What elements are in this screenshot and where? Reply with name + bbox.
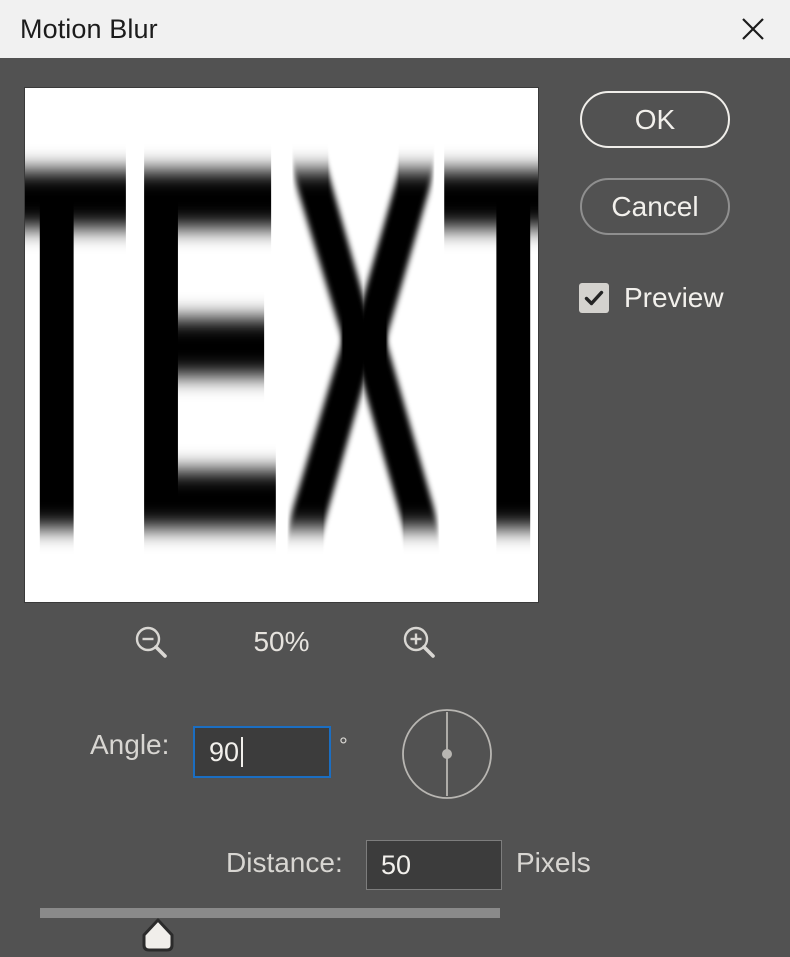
preview-panel[interactable]: TEXT: [24, 87, 539, 603]
close-icon[interactable]: [728, 4, 778, 54]
distance-input[interactable]: 50: [366, 840, 502, 890]
zoom-level-label: 50%: [253, 626, 310, 657]
angle-value: 90: [209, 736, 240, 767]
angle-input[interactable]: 90: [193, 726, 331, 778]
slider-track[interactable]: [40, 908, 500, 918]
angle-dial-icon[interactable]: [401, 708, 493, 800]
checkmark-icon: [579, 283, 609, 313]
motion-blur-dialog: Motion Blur TEXT: [0, 0, 790, 957]
distance-slider[interactable]: [0, 900, 790, 957]
preview-image: TEXT: [25, 88, 538, 602]
dialog-title: Motion Blur: [20, 14, 158, 44]
cancel-button[interactable]: Cancel: [580, 178, 730, 235]
distance-row: Distance: 50 Pixels: [0, 840, 790, 890]
angle-row: Angle: 90 °: [0, 708, 790, 800]
degree-unit-label: °: [339, 733, 348, 758]
angle-label: Angle:: [90, 729, 170, 760]
svg-text:TEXT: TEXT: [25, 88, 538, 602]
distance-label: Distance:: [226, 847, 343, 878]
preview-checkbox-label: Preview: [624, 282, 724, 313]
magnifier-plus-icon[interactable]: [392, 615, 446, 669]
ok-button[interactable]: OK: [580, 91, 730, 148]
titlebar: Motion Blur: [0, 0, 790, 58]
magnifier-minus-icon[interactable]: [124, 615, 178, 669]
preview-checkbox[interactable]: Preview: [579, 282, 724, 313]
zoom-controls: 50%: [24, 615, 539, 669]
slider-thumb-icon[interactable]: [140, 918, 176, 952]
text-caret: [241, 737, 244, 767]
pixels-unit-label: Pixels: [516, 847, 591, 878]
